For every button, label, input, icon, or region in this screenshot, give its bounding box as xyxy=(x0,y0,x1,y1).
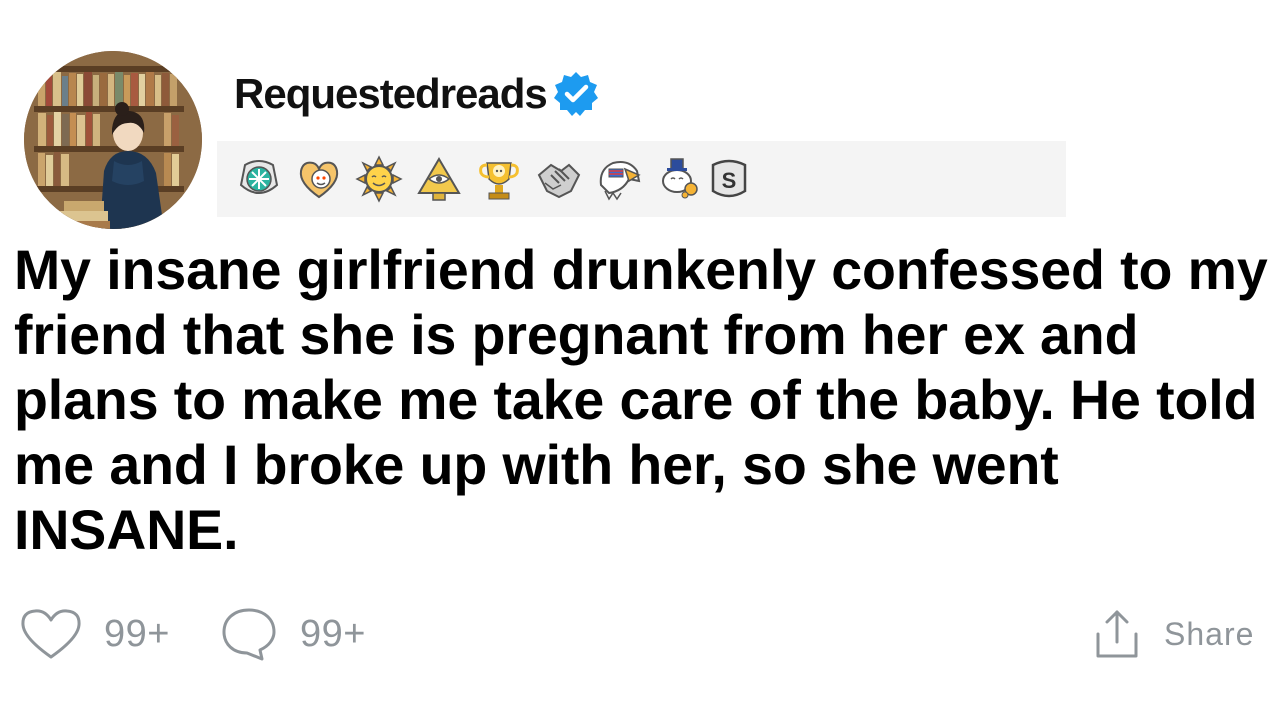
comment-count: 99+ xyxy=(300,612,366,655)
svg-text:S: S xyxy=(722,168,737,193)
awards-bar: S xyxy=(217,141,1066,217)
rocket-like-award-icon[interactable] xyxy=(235,155,283,203)
post-title: My insane girlfriend drunkenly confessed… xyxy=(14,239,1268,561)
like-button[interactable]: 99+ xyxy=(20,604,170,664)
comment-button[interactable]: 99+ xyxy=(220,604,366,664)
bookstore-reader-avatar-icon xyxy=(24,51,202,229)
heart-icon xyxy=(21,609,81,659)
avatar[interactable] xyxy=(24,51,202,229)
illuminati-pyramid-award-icon[interactable] xyxy=(415,155,463,203)
sunny-award-icon[interactable] xyxy=(355,155,403,203)
username[interactable]: Requestedreads xyxy=(234,73,548,115)
handshake-award-icon[interactable] xyxy=(535,155,583,203)
author-row: Requestedreads xyxy=(234,68,601,120)
share-label: Share xyxy=(1164,615,1255,652)
gold-trophy-snoo-award-icon[interactable] xyxy=(475,155,523,203)
comment-bubble-icon xyxy=(222,608,276,661)
bravo-snoo-award-icon[interactable] xyxy=(655,155,703,203)
verified-badge-icon xyxy=(551,69,601,119)
silver-s-award-icon[interactable]: S xyxy=(705,155,753,203)
post-card: Requestedreads S My insane girlfriend dr… xyxy=(0,0,1280,720)
wholesome-heart-award-icon[interactable] xyxy=(295,155,343,203)
eagle-award-icon[interactable] xyxy=(595,155,643,203)
share-button[interactable]: Share xyxy=(1094,604,1254,664)
share-upload-icon xyxy=(1096,610,1138,658)
like-count: 99+ xyxy=(104,612,170,655)
